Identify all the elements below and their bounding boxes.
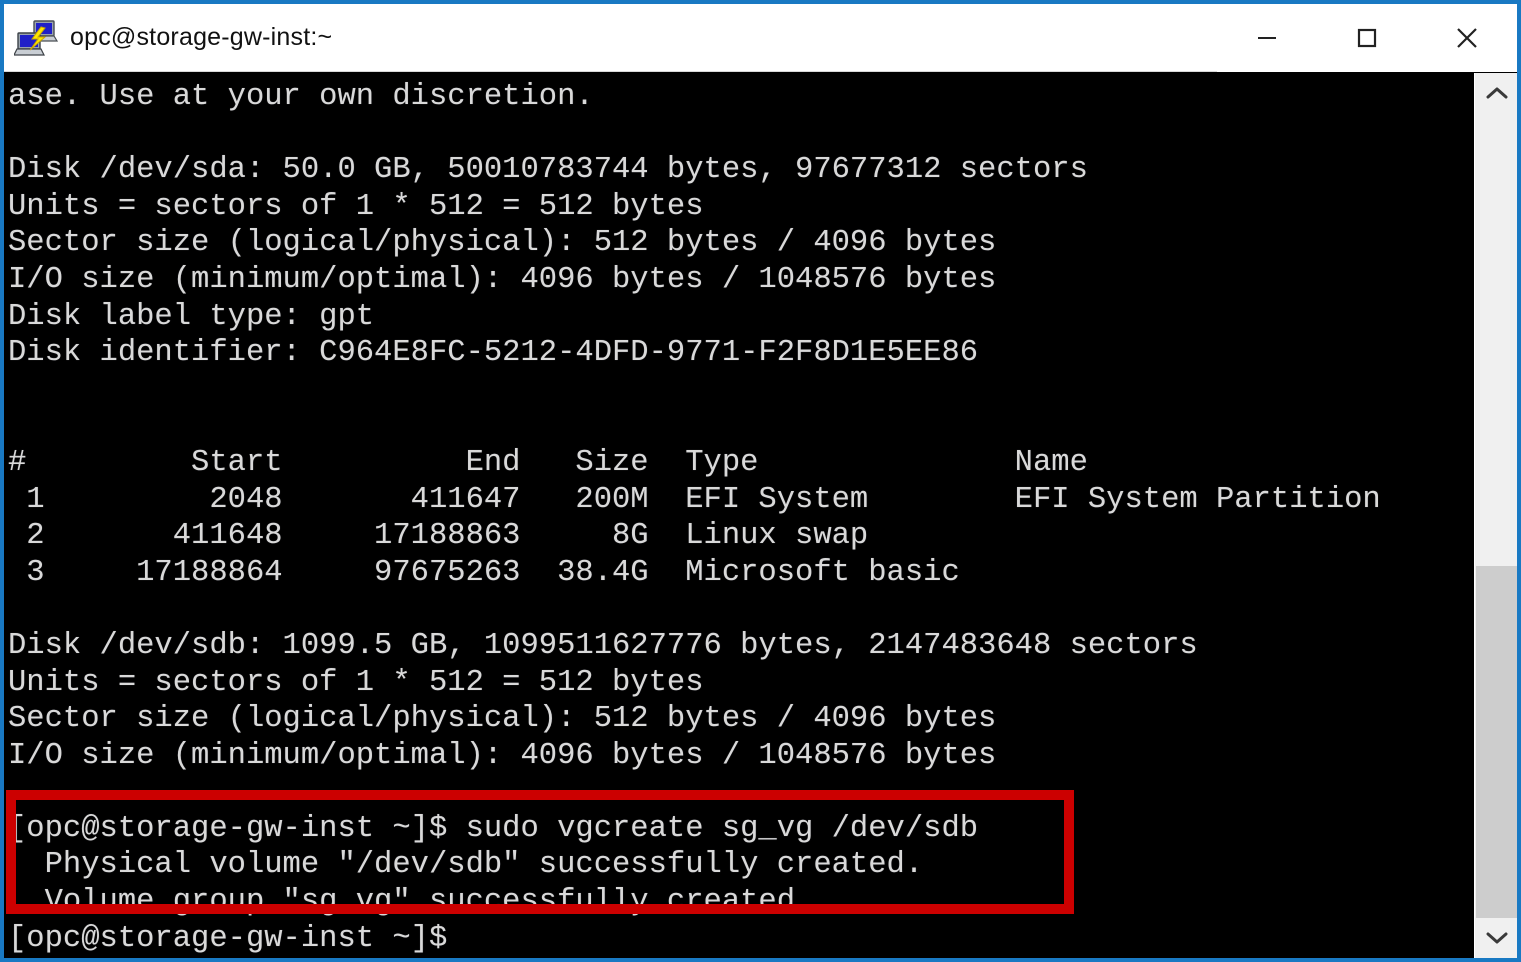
window-titlebar[interactable]: opc@storage-gw-inst:~ [4,4,1517,72]
chevron-up-icon[interactable] [1475,73,1517,113]
scrollbar-track[interactable] [1475,113,1517,566]
maximize-button[interactable] [1317,4,1417,72]
window-title: opc@storage-gw-inst:~ [70,23,333,51]
scrollbar-thumb[interactable] [1476,566,1517,929]
terminal-text: ase. Use at your own discretion. Disk /d… [8,80,1381,956]
chevron-down-icon[interactable] [1475,918,1517,958]
terminal-output-area[interactable]: ase. Use at your own discretion. Disk /d… [4,73,1482,958]
window-controls [1217,4,1517,72]
terminal-window: opc@storage-gw-inst:~ ase. Use at your o… [0,0,1521,962]
minimize-button[interactable] [1217,4,1317,72]
close-button[interactable] [1417,4,1517,72]
terminal-scrollbar[interactable] [1474,73,1517,958]
putty-icon [13,17,59,59]
